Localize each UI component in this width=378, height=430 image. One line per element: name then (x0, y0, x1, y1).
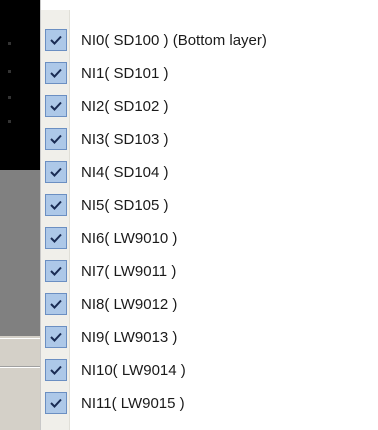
background-window-dark (0, 0, 40, 170)
menu-item-ni5[interactable]: NI5( SD105 ) (41, 190, 378, 223)
menu-item-label: NI8( LW9012 ) (81, 296, 178, 313)
menu-item-label: NI7( LW9011 ) (81, 263, 177, 280)
divider (0, 367, 40, 368)
checkmark-icon (45, 392, 67, 414)
menu-item-ni1[interactable]: NI1( SD101 ) (41, 58, 378, 91)
checkmark-icon (45, 326, 67, 348)
checkmark-icon (45, 62, 67, 84)
background-mark (8, 96, 11, 99)
background-window-gray (0, 170, 40, 336)
checkmark-icon (45, 260, 67, 282)
menu-item-ni0[interactable]: NI0( SD100 ) (Bottom layer) (41, 25, 378, 58)
divider (0, 338, 40, 339)
checkmark-icon (45, 95, 67, 117)
menu-item-ni9[interactable]: NI9( LW9013 ) (41, 322, 378, 355)
menu-item-label: NI5( SD105 ) (81, 197, 169, 214)
menu-item-ni2[interactable]: NI2( SD102 ) (41, 91, 378, 124)
menu-item-ni4[interactable]: NI4( SD104 ) (41, 157, 378, 190)
menu-top-edge (41, 0, 378, 10)
menu-item-ni8[interactable]: NI8( LW9012 ) (41, 289, 378, 322)
layer-visibility-menu: NI0( SD100 ) (Bottom layer) NI1( SD101 )… (40, 0, 378, 430)
menu-item-label: NI11( LW9015 ) (81, 395, 185, 412)
checkmark-icon (45, 194, 67, 216)
menu-item-label: NI9( LW9013 ) (81, 329, 178, 346)
menu-item-label: NI2( SD102 ) (81, 98, 169, 115)
menu-item-label: NI1( SD101 ) (81, 65, 169, 82)
menu-item-ni10[interactable]: NI10( LW9014 ) (41, 355, 378, 388)
menu-item-label: NI10( LW9014 ) (81, 362, 186, 379)
checkmark-icon (45, 161, 67, 183)
checkmark-icon (45, 227, 67, 249)
menu-item-ni7[interactable]: NI7( LW9011 ) (41, 256, 378, 289)
checkmark-icon (45, 128, 67, 150)
checkmark-icon (45, 293, 67, 315)
menu-item-label: NI3( SD103 ) (81, 131, 169, 148)
menu-item-label: NI6( LW9010 ) (81, 230, 178, 247)
background-mark (8, 70, 11, 73)
menu-item-label: NI4( SD104 ) (81, 164, 169, 181)
menu-item-ni11[interactable]: NI11( LW9015 ) (41, 388, 378, 421)
checkmark-icon (45, 359, 67, 381)
menu-item-ni3[interactable]: NI3( SD103 ) (41, 124, 378, 157)
menu-item-label: NI0( SD100 ) (Bottom layer) (81, 32, 267, 49)
background-mark (8, 120, 11, 123)
background-mark (8, 42, 11, 45)
menu-item-ni6[interactable]: NI6( LW9010 ) (41, 223, 378, 256)
checkmark-icon (45, 29, 67, 51)
background-toolbar (0, 336, 40, 430)
